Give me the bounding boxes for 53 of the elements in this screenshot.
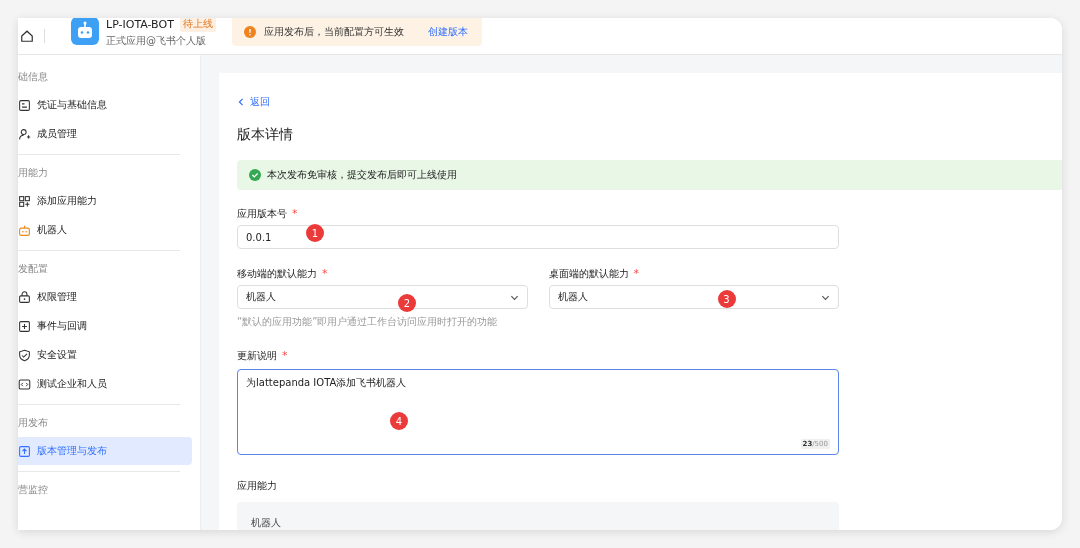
annotation-marker: 3	[717, 290, 736, 308]
section-label: 应用能力	[237, 479, 278, 493]
sidebar-section-title: 用能力	[18, 166, 49, 180]
sidebar-item[interactable]: 事件与回调	[18, 312, 192, 340]
sidebar-item[interactable]: 测试企业和人员	[18, 370, 192, 398]
home-icon	[20, 29, 34, 43]
user-add-icon	[18, 127, 31, 141]
back-link[interactable]: 返回	[237, 95, 1062, 109]
annotation-marker: 1	[306, 224, 324, 242]
field-label: 更新说明	[237, 349, 277, 363]
shield-check-icon	[18, 348, 31, 362]
required-mark: *	[282, 349, 288, 363]
code-icon	[18, 377, 31, 391]
plus-square-icon	[18, 319, 31, 333]
app-name: LP-IOTA-BOT	[106, 18, 174, 31]
hint-text: “默认的应用功能”即用户通过工作台访问应用时打开的功能	[237, 315, 499, 329]
robot-icon	[18, 223, 31, 237]
check-circle-icon	[249, 169, 261, 181]
dropdown-field[interactable]: 机器人 3	[548, 285, 839, 309]
sidebar-section-title: 发配置	[18, 262, 49, 276]
status-tag: 待上线	[179, 18, 216, 32]
field-label: 移动端的默认能力	[237, 267, 317, 281]
upload-icon	[18, 444, 31, 458]
sidebar-item[interactable]: 成员管理	[18, 120, 192, 148]
sidebar-item[interactable]: 安全设置	[18, 341, 192, 369]
field-label: 应用版本号	[237, 207, 287, 221]
dropdown-field[interactable]: 机器人 2	[237, 285, 528, 309]
required-mark: *	[633, 267, 639, 281]
capability-item: 机器人	[251, 516, 282, 530]
sidebar-section-title: 础信息	[18, 70, 49, 84]
sidebar-section-title: 用发布	[18, 416, 49, 430]
sidebar-item[interactable]: 凭证与基础信息	[18, 91, 192, 119]
chevron-left-icon	[237, 98, 245, 106]
notice-text: 应用发布后，当前配置方可生效	[263, 25, 404, 39]
warning-icon	[243, 26, 256, 38]
page-title: 版本详情	[237, 126, 294, 144]
sidebar-item[interactable]: 权限管理	[18, 283, 192, 311]
sidebar-item[interactable]: 机器人	[18, 216, 192, 244]
sidebar-section-title: 营监控	[18, 483, 49, 497]
field-label: 桌面端的默认能力	[548, 267, 629, 281]
annotation-marker: 4	[390, 412, 408, 430]
annotation-marker: 2	[398, 294, 416, 312]
sidebar-item[interactable]: 版本管理与发布	[18, 437, 192, 465]
version-field[interactable]: 0.0.1 1	[237, 225, 839, 249]
alert-text: 本次发布免审核，提交发布后即可上线使用	[267, 168, 457, 182]
document-icon	[18, 98, 31, 112]
app-subtitle: 正式应用@飞书个人版	[106, 34, 207, 48]
sidebar-item[interactable]: 添加应用能力	[18, 187, 192, 215]
required-mark: *	[292, 207, 298, 221]
create-version-link[interactable]: 创建版本	[427, 25, 468, 39]
lock-icon	[18, 290, 31, 304]
grid-plus-icon	[18, 194, 31, 208]
required-mark: *	[322, 267, 328, 281]
